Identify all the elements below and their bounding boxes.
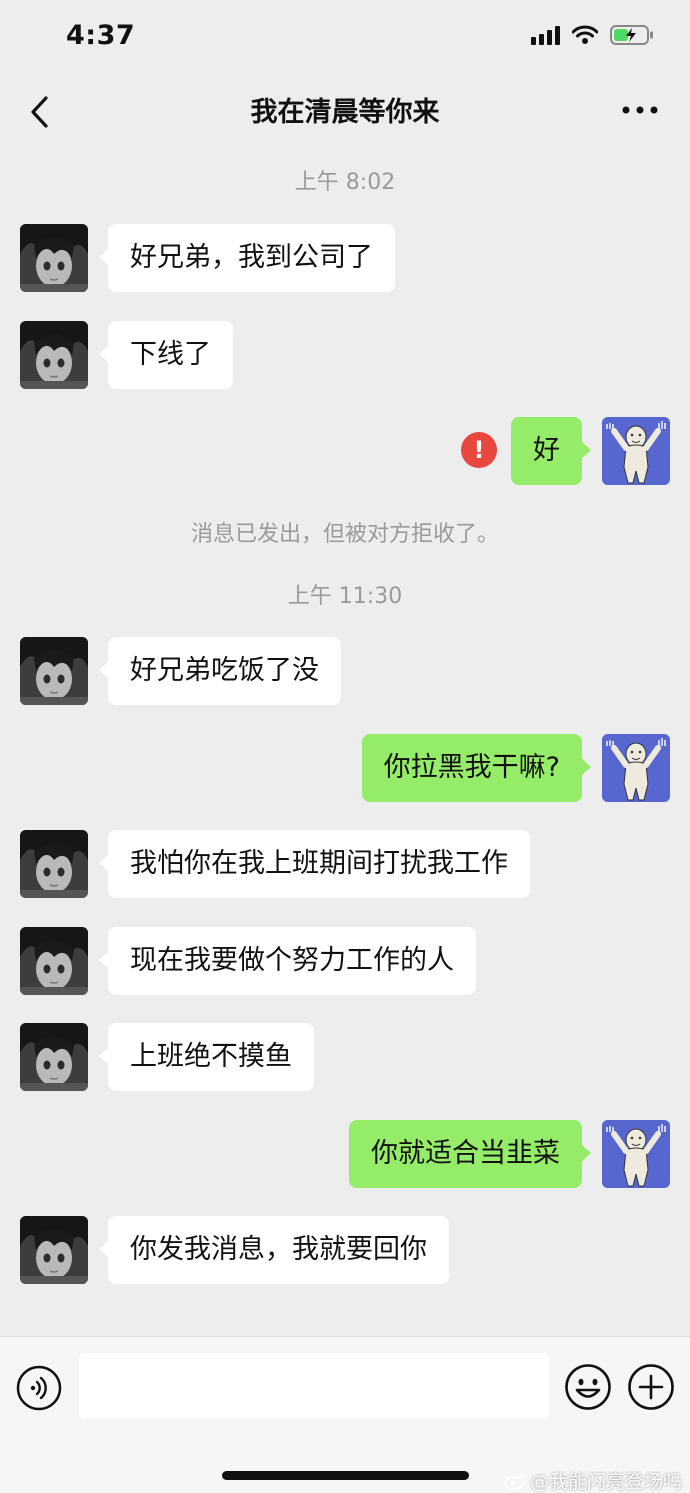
incoming-message-row: 下线了 xyxy=(0,321,690,391)
timestamp: 上午 8:02 xyxy=(294,170,396,195)
chat-screen: 4:37 我在清晨等你来 上午 8:02 消息已发出，但被对方拒收了。 上午 1… xyxy=(0,0,690,1493)
contact-avatar[interactable] xyxy=(20,1216,88,1284)
nav-bar: 我在清晨等你来 xyxy=(0,74,690,148)
watermark-text: @我能闪亮登场吗 xyxy=(529,1471,682,1493)
my-avatar[interactable] xyxy=(602,417,670,485)
cellular-signal-icon xyxy=(531,25,560,45)
incoming-message-row: 上班绝不摸鱼 xyxy=(0,1023,690,1093)
incoming-message-row: 你发我消息，我就要回你 xyxy=(0,1216,690,1286)
outgoing-message-bubble[interactable]: 你拉黑我干嘛? xyxy=(361,734,592,802)
status-time: 4:37 xyxy=(66,20,136,51)
outgoing-message-bubble[interactable]: 你就适合当韭菜 xyxy=(349,1120,591,1188)
incoming-message-row: 好兄弟，我到公司了 xyxy=(0,224,690,294)
status-bar: 4:37 xyxy=(0,0,690,74)
weibo-icon xyxy=(504,1472,525,1490)
incoming-message-bubble[interactable]: 好兄弟，我到公司了 xyxy=(99,224,395,292)
my-avatar[interactable] xyxy=(602,734,670,802)
battery-charging-icon xyxy=(610,25,653,45)
send-failed-error-icon[interactable]: ! xyxy=(461,432,497,468)
contact-avatar[interactable] xyxy=(20,637,88,705)
plus-icon[interactable] xyxy=(627,1363,675,1411)
voice-icon[interactable] xyxy=(16,1365,62,1411)
incoming-message-row: 现在我要做个努力工作的人 xyxy=(0,927,690,997)
incoming-message-bubble[interactable]: 我怕你在我上班期间打扰我工作 xyxy=(99,830,530,898)
incoming-message-row: 好兄弟吃饭了没 xyxy=(0,637,690,707)
incoming-message-bubble[interactable]: 你发我消息，我就要回你 xyxy=(99,1216,449,1284)
outgoing-message-row: 你就适合当韭菜 xyxy=(0,1120,690,1190)
my-avatar[interactable] xyxy=(602,1120,670,1188)
wifi-icon xyxy=(572,25,598,44)
incoming-message-bubble[interactable]: 上班绝不摸鱼 xyxy=(99,1023,314,1091)
contact-avatar[interactable] xyxy=(20,224,88,292)
incoming-message-bubble[interactable]: 好兄弟吃饭了没 xyxy=(99,637,341,705)
outgoing-message-bubble[interactable]: 好 xyxy=(511,417,591,485)
timestamp: 上午 11:30 xyxy=(287,584,403,609)
contact-avatar[interactable] xyxy=(20,830,88,898)
incoming-message-bubble[interactable]: 下线了 xyxy=(99,321,233,389)
status-icons xyxy=(531,24,654,46)
more-icon[interactable] xyxy=(620,100,660,120)
emoji-icon[interactable] xyxy=(564,1363,612,1411)
outgoing-message-row: 好! xyxy=(0,417,690,487)
chat-title: 我在清晨等你来 xyxy=(250,97,440,128)
incoming-message-bubble[interactable]: 现在我要做个努力工作的人 xyxy=(99,927,476,995)
contact-avatar[interactable] xyxy=(20,1023,88,1091)
home-indicator xyxy=(222,1471,469,1480)
incoming-message-row: 我怕你在我上班期间打扰我工作 xyxy=(0,830,690,900)
contact-avatar[interactable] xyxy=(20,927,88,995)
contact-avatar[interactable] xyxy=(20,321,88,389)
outgoing-message-row: 你拉黑我干嘛? xyxy=(0,734,690,804)
message-list[interactable]: 上午 8:02 消息已发出，但被对方拒收了。 上午 11:30 好兄弟，我到公司… xyxy=(0,148,690,1336)
watermark: @我能闪亮登场吗 xyxy=(504,1467,682,1493)
message-input[interactable] xyxy=(79,1353,549,1419)
input-bar: @我能闪亮登场吗 xyxy=(0,1336,690,1493)
system-note: 消息已发出，但被对方拒收了。 xyxy=(190,522,499,547)
